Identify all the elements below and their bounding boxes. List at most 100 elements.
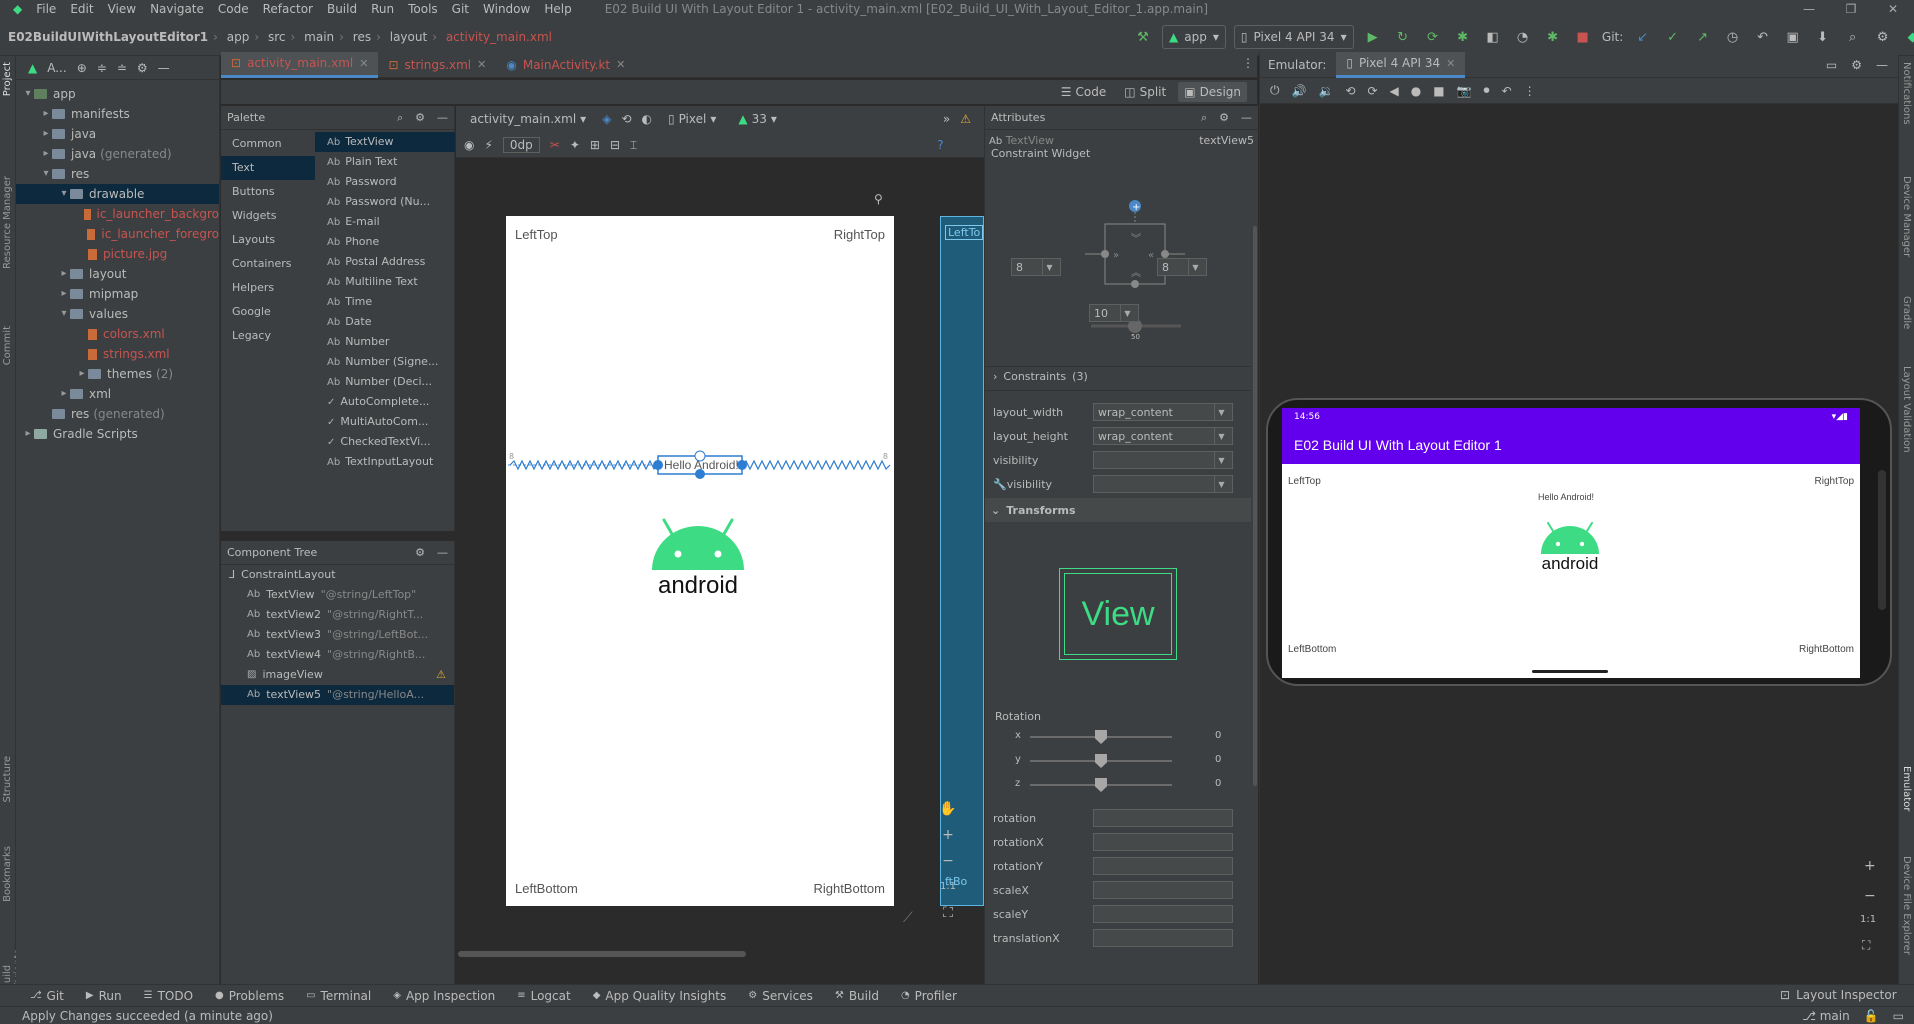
- project-tree-node[interactable]: ic_launcher_foregro: [16, 224, 219, 244]
- rotation-x-thumb[interactable]: [1095, 730, 1107, 744]
- emulator-more-icon[interactable]: ⋮: [1524, 84, 1536, 98]
- coverage-icon[interactable]: ◧: [1482, 26, 1504, 48]
- tool-gradle[interactable]: Gradle: [1901, 296, 1912, 329]
- margin-right-select[interactable]: 8 ▼: [1157, 258, 1207, 276]
- expand-arrow-icon[interactable]: ▸: [40, 144, 52, 164]
- orientation-icon[interactable]: ⟲: [621, 112, 631, 126]
- bottom-tool-button[interactable]: ◆ App Quality Insights: [593, 989, 727, 1003]
- tool-notifications[interactable]: Notifications: [1901, 62, 1912, 125]
- tool-device-manager[interactable]: Device Manager: [1901, 176, 1912, 257]
- attributes-hide-icon[interactable]: —: [1241, 111, 1252, 124]
- pan-icon[interactable]: ✋: [936, 796, 960, 822]
- breadcrumb-main[interactable]: main: [304, 30, 334, 44]
- menu-window[interactable]: Window: [476, 0, 537, 18]
- warning-icon[interactable]: ⚠: [960, 112, 971, 126]
- hide-panel-icon[interactable]: —: [158, 61, 170, 75]
- search-icon[interactable]: ⌕: [1842, 26, 1864, 48]
- assistant-icon[interactable]: ◆: [1902, 26, 1914, 48]
- close-tab-icon[interactable]: ✕: [477, 58, 486, 71]
- menu-tools[interactable]: Tools: [401, 0, 445, 18]
- tool-layout-validation[interactable]: Layout Validation: [1901, 366, 1912, 453]
- tool-structure[interactable]: Structure: [2, 756, 13, 803]
- expand-arrow-icon[interactable]: ▸: [40, 124, 52, 144]
- apply-changes-icon[interactable]: ↻: [1392, 26, 1414, 48]
- zoom-out-icon[interactable]: −: [936, 848, 960, 874]
- project-tree-node[interactable]: ▸ xml: [16, 384, 219, 404]
- night-mode-icon[interactable]: ◐: [641, 112, 651, 126]
- bottom-tool-button[interactable]: ☰ TODO: [144, 989, 193, 1003]
- tree-root-constraintlayout[interactable]: ⅃ ConstraintLayout: [221, 565, 454, 585]
- tree-hide-icon[interactable]: —: [437, 546, 448, 559]
- clear-constraints-icon[interactable]: ✂: [550, 138, 560, 152]
- maximize-icon[interactable]: ❐: [1830, 0, 1872, 18]
- autoconnect-icon[interactable]: ⚡: [484, 138, 492, 152]
- palette-item[interactable]: Ab Postal Address: [315, 252, 455, 272]
- gesture-bar[interactable]: [1532, 670, 1608, 673]
- tree-settings-icon[interactable]: ⚙: [415, 546, 425, 559]
- project-tree-node[interactable]: ▸ manifests: [16, 104, 219, 124]
- android-logo-image[interactable]: [650, 518, 746, 580]
- align-icon[interactable]: ⊟: [610, 138, 620, 152]
- device-side-button[interactable]: [1878, 470, 1886, 610]
- design-preview-screen[interactable]: LeftTop RightTop LeftBottom RightBottom …: [506, 216, 894, 906]
- bottom-tool-button[interactable]: ⚙ Services: [748, 989, 813, 1003]
- layout-width-select[interactable]: wrap_content ▼: [1093, 403, 1233, 421]
- volume-up-icon[interactable]: 🔊: [1292, 84, 1307, 98]
- palette-category[interactable]: Legacy: [221, 324, 315, 348]
- palette-item[interactable]: Ab Plain Text: [315, 152, 455, 172]
- profile-icon[interactable]: ◔: [1512, 26, 1534, 48]
- rotate-left-icon[interactable]: ⟲: [1345, 84, 1355, 98]
- project-tree-node[interactable]: ▾ drawable: [16, 184, 219, 204]
- palette-category[interactable]: Common: [221, 132, 315, 156]
- palette-item[interactable]: Ab Phone: [315, 232, 455, 252]
- api-level-select[interactable]: ▲ 33 ▾: [732, 109, 783, 129]
- project-tree-node[interactable]: ▾ values: [16, 304, 219, 324]
- palette-category[interactable]: Containers: [221, 252, 315, 276]
- attributes-search-icon[interactable]: ⌕: [1201, 111, 1207, 125]
- project-tree-node[interactable]: ic_launcher_backgro: [16, 204, 219, 224]
- view-options-icon[interactable]: ◉: [464, 138, 474, 152]
- pack-icon[interactable]: ⊞: [590, 138, 600, 152]
- git-update-icon[interactable]: ↙: [1632, 26, 1654, 48]
- emulator-hide-icon[interactable]: —: [1876, 58, 1888, 72]
- palette-item[interactable]: Ab Number (Signe...: [315, 352, 455, 372]
- device-manager-icon[interactable]: ▣: [1782, 26, 1804, 48]
- component-tree-item[interactable]: Ab textView5 "@string/HelloA...: [221, 685, 454, 705]
- tool-project[interactable]: Project: [2, 62, 13, 96]
- bottom-tool-button[interactable]: ● Problems: [215, 989, 284, 1003]
- zoom-actual-button[interactable]: 1:1: [936, 874, 960, 900]
- breadcrumb-src[interactable]: src: [268, 30, 286, 44]
- android-view-icon[interactable]: ▲: [28, 61, 37, 75]
- overview-icon[interactable]: ■: [1433, 84, 1444, 98]
- expand-all-icon[interactable]: ≑: [97, 61, 107, 75]
- close-tab-icon[interactable]: ✕: [616, 58, 625, 71]
- screenshot-icon[interactable]: 📷: [1457, 84, 1472, 98]
- menu-git[interactable]: Git: [445, 0, 476, 18]
- preview-hello-text[interactable]: Hello Android!: [664, 458, 739, 472]
- design-mode-button[interactable]: ▣ Design: [1178, 82, 1247, 102]
- sdk-manager-icon[interactable]: ⬇: [1812, 26, 1834, 48]
- palette-item[interactable]: Ab Multiline Text: [315, 272, 455, 292]
- palette-category[interactable]: Helpers: [221, 276, 315, 300]
- palette-category[interactable]: Google: [221, 300, 315, 324]
- git-branch[interactable]: ⎇ main: [1802, 1009, 1850, 1023]
- tabs-more-icon[interactable]: ⋮: [1242, 56, 1254, 70]
- transform-field-input[interactable]: [1093, 905, 1233, 923]
- zoom-fit-icon[interactable]: ⛶: [936, 900, 960, 926]
- menu-navigate[interactable]: Navigate: [143, 0, 211, 18]
- tools-visibility-select[interactable]: ▼: [1093, 475, 1233, 493]
- project-tree-node[interactable]: strings.xml: [16, 344, 219, 364]
- rotation-z-thumb[interactable]: [1095, 778, 1107, 792]
- palette-item[interactable]: Ab TextView: [315, 132, 455, 152]
- palette-item[interactable]: ✓ MultiAutoCom...: [315, 412, 455, 432]
- menu-edit[interactable]: Edit: [63, 0, 100, 18]
- editor-tab[interactable]: ⊡ activity_main.xml ✕: [221, 51, 379, 78]
- menu-help[interactable]: Help: [537, 0, 578, 18]
- bottom-tool-button[interactable]: ≡ Logcat: [517, 989, 570, 1003]
- palette-item[interactable]: Ab Password (Nu...: [315, 192, 455, 212]
- design-surface-icon[interactable]: ◈: [602, 112, 611, 126]
- record-icon[interactable]: ⏺: [1484, 83, 1490, 98]
- emulator-fit-icon[interactable]: ⛶: [1862, 938, 1870, 953]
- project-tree-node[interactable]: ▸ mipmap: [16, 284, 219, 304]
- memory-icon[interactable]: ▭: [1893, 1009, 1904, 1023]
